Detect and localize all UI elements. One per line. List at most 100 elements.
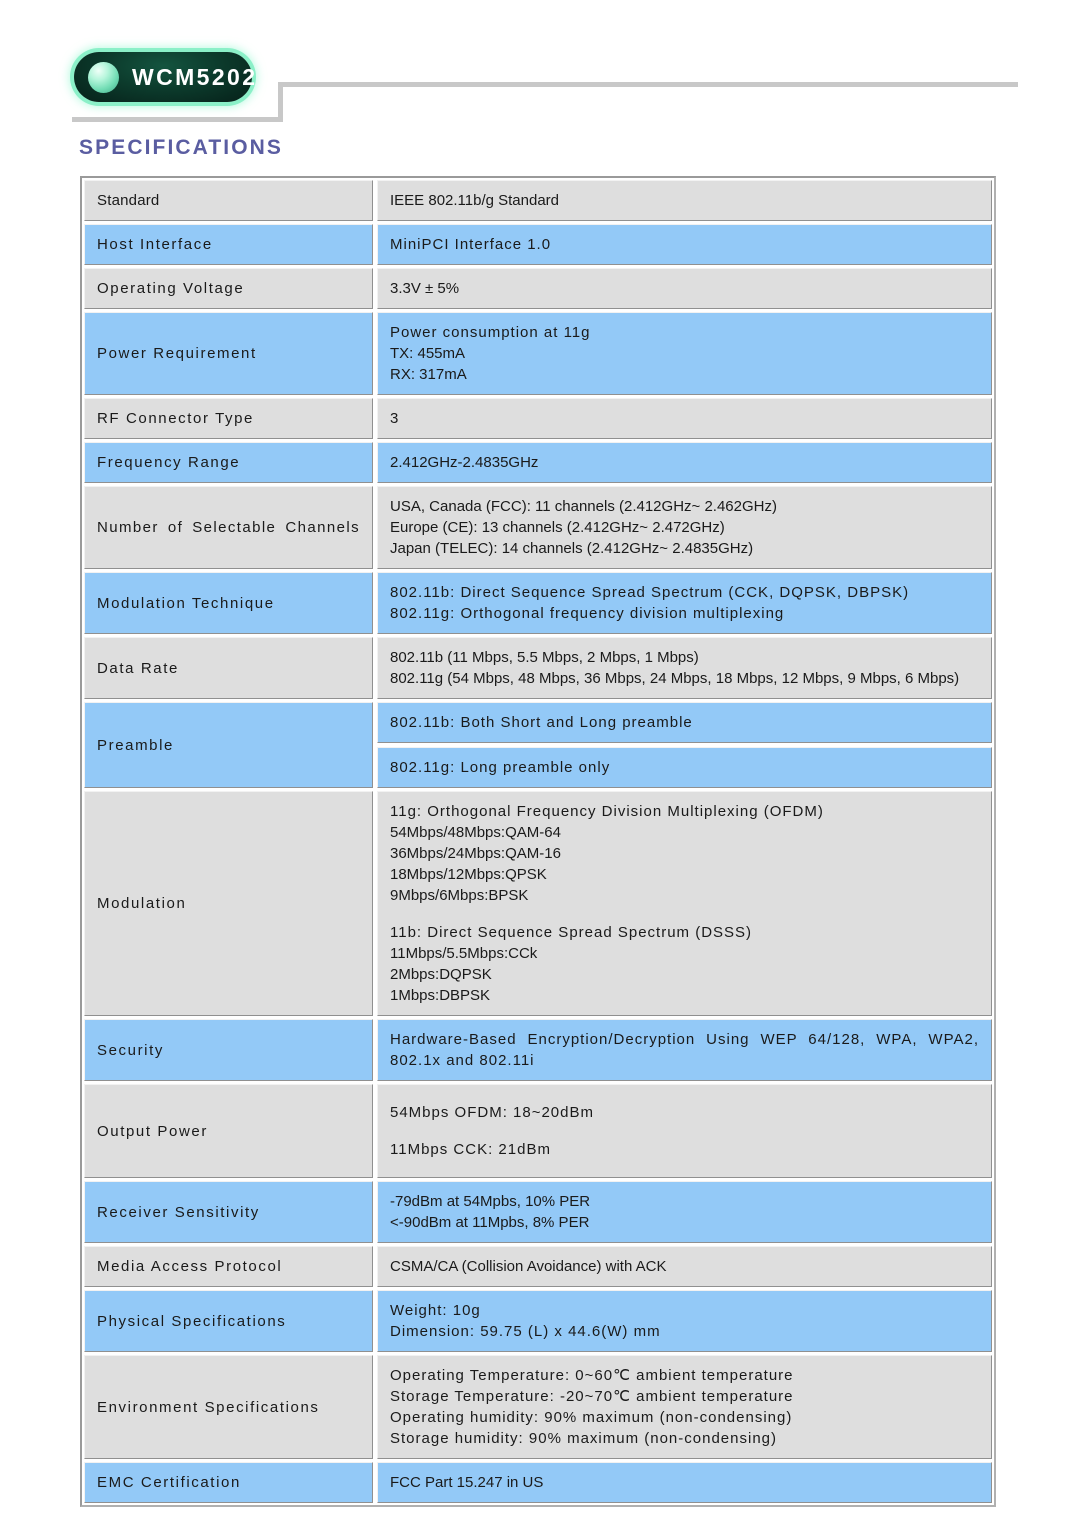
table-row: Frequency Range 2.412GHz-2.4835GHz [84, 442, 992, 483]
spec-value-spacer [390, 906, 979, 922]
table-row: Data Rate 802.11b (11 Mbps, 5.5 Mbps, 2 M… [84, 637, 992, 699]
spec-label-cell: Data Rate [84, 637, 373, 699]
spec-label-cell: Security [84, 1019, 373, 1081]
table-row: EMC Certification FCC Part 15.247 in US [84, 1462, 992, 1503]
spec-value-line: Storage humidity: 90% maximum (non-conde… [390, 1430, 777, 1447]
header-rule-vertical [278, 82, 283, 122]
spec-value-line: 802.11b: Direct Sequence Spread Spectrum… [390, 584, 910, 601]
spec-value-line: 11g: Orthogonal Frequency Division Multi… [390, 803, 824, 820]
spec-value-line: IEEE 802.11b/g Standard [390, 192, 560, 209]
spec-value-line: 36Mbps/24Mbps:QAM-16 [390, 845, 561, 862]
spec-label-cell: EMC Certification [84, 1462, 373, 1503]
spec-value-cell: IEEE 802.11b/g Standard [377, 180, 992, 221]
spec-label-text: Standard [97, 192, 160, 209]
spec-label-cell: Host Interface [84, 224, 373, 265]
spec-value-line: 802.11b (11 Mbps, 5.5 Mbps, 2 Mbps, 1 Mb… [390, 649, 699, 666]
spec-value-cell: MiniPCI Interface 1.0 [377, 224, 992, 265]
spec-label-text: Preamble [97, 736, 174, 754]
spec-label-text: Operating Voltage [97, 280, 245, 297]
spec-value-line: Storage Temperature: -20~70℃ ambient tem… [390, 1388, 794, 1405]
spec-label-text: Receiver Sensitivity [97, 1203, 260, 1221]
spec-value-line: 11b: Direct Sequence Spread Spectrum (DS… [390, 924, 753, 941]
spec-label-cell: Environment Specifications [84, 1355, 373, 1459]
spec-value-line: 1Mbps:DBPSK [390, 987, 491, 1004]
table-row: Standard IEEE 802.11b/g Standard [84, 180, 992, 221]
spec-label-text: Environment Specifications [97, 1398, 320, 1416]
product-logo-label: WCM5202 [132, 63, 258, 90]
product-logo-badge: WCM5202 [74, 52, 255, 102]
spec-value-cell: 3 [377, 398, 992, 439]
spec-value-line: 2.412GHz-2.4835GHz [390, 454, 539, 471]
spec-value-cell: -79dBm at 54Mpbs, 10% PER <-90dBm at 11Mp… [377, 1181, 992, 1243]
spec-value-cell: 2.412GHz-2.4835GHz [377, 442, 992, 483]
spec-value-line: CSMA/CA (Collision Avoidance) with ACK [390, 1258, 667, 1275]
table-row: Power Requirement Power consumption at 11… [84, 312, 992, 395]
spec-value-line: 802.11g: Orthogonal frequency division m… [390, 605, 785, 622]
spec-label-text: Data Rate [97, 659, 179, 677]
spec-value-line: USA, Canada (FCC): 11 channels (2.412GHz… [390, 498, 777, 515]
spec-value-line: -79dBm at 54Mpbs, 10% PER [390, 1193, 591, 1210]
spec-label-cell: Power Requirement [84, 312, 373, 395]
spec-sheet-page: WCM5202 SPECIFICATIONS Standard IEEE 802.… [0, 0, 1080, 1527]
spec-value-line: 3 [390, 410, 399, 427]
spec-value-cell: CSMA/CA (Collision Avoidance) with ACK [377, 1246, 992, 1287]
table-row: Media Access Protocol CSMA/CA (Collision … [84, 1246, 992, 1287]
spec-label-cell: Receiver Sensitivity [84, 1181, 373, 1243]
spec-value-line: <-90dBm at 11Mpbs, 8% PER [390, 1214, 590, 1231]
table-row: Output Power 54Mbps OFDM: 18~20dBm 11Mbps … [84, 1084, 992, 1178]
table-row: Receiver Sensitivity -79dBm at 54Mpbs, 10… [84, 1181, 992, 1243]
spec-label-text: Output Power [97, 1122, 208, 1140]
spec-label-cell: Output Power [84, 1084, 373, 1178]
sphere-icon [88, 61, 119, 93]
spec-label-text: Modulation Technique [97, 594, 275, 612]
spec-label-text: Physical Specifications [97, 1312, 287, 1330]
spec-label-text: Modulation [97, 895, 187, 912]
specifications-table: Standard IEEE 802.11b/g Standard Host Inte… [80, 176, 996, 1507]
spec-value-cell: 54Mbps OFDM: 18~20dBm 11Mbps CCK: 21dBm [377, 1084, 992, 1178]
spec-label-cell: Physical Specifications [84, 1290, 373, 1352]
table-row: Preamble 802.11b: Both Short and Long pre… [84, 702, 992, 788]
spec-value-line: 54Mbps OFDM: 18~20dBm [390, 1104, 594, 1121]
spec-value-subcell: 802.11b: Both Short and Long preamble [377, 702, 992, 743]
spec-value-cell: 802.11b (11 Mbps, 5.5 Mbps, 2 Mbps, 1 Mb… [377, 637, 992, 699]
spec-label-text: Power Requirement [97, 345, 257, 362]
table-row: Number of Selectable Channels USA, Canada… [84, 486, 992, 569]
spec-value-line: 2Mbps:DQPSK [390, 966, 492, 983]
spec-label-cell: RF Connector Type [84, 398, 373, 439]
spec-value-line: FCC Part 15.247 in US [390, 1474, 544, 1491]
spec-label-cell: Number of Selectable Channels [84, 486, 373, 569]
spec-label-text: RF Connector Type [97, 410, 254, 427]
spec-value-line: 54Mbps/48Mbps:QAM-64 [390, 824, 561, 841]
table-row: Modulation 11g: Orthogonal Frequency Divi… [84, 791, 992, 1016]
spec-value-line: MiniPCI Interface 1.0 [390, 236, 552, 253]
spec-value-cell: Weight: 10g Dimension: 59.75 (L) x 44.6(W… [377, 1290, 992, 1352]
spec-label-cell: Standard [84, 180, 373, 221]
table-row: Modulation Technique 802.11b: Direct Sequ… [84, 572, 992, 634]
spec-label-cell: Media Access Protocol [84, 1246, 373, 1287]
spec-label-text: EMC Certification [97, 1474, 241, 1491]
table-row: RF Connector Type 3 [84, 398, 992, 439]
spec-label-text: Host Interface [97, 236, 213, 253]
spec-value-cell: FCC Part 15.247 in US [377, 1462, 992, 1503]
spec-value-line: Power consumption at 11g [390, 324, 591, 341]
spec-value-cell: 802.11b: Direct Sequence Spread Spectrum… [377, 572, 992, 634]
spec-label-cell: Modulation [84, 791, 373, 1016]
spec-label-text: Security [97, 1041, 164, 1059]
spec-value-line: 9Mbps/6Mbps:BPSK [390, 887, 529, 904]
table-row: Physical Specifications Weight: 10g Dimens… [84, 1290, 992, 1352]
page-header: WCM5202 [0, 0, 1080, 130]
spec-value-line: 18Mbps/12Mbps:QPSK [390, 866, 547, 883]
spec-value-line: Operating humidity: 90% maximum (non-con… [390, 1409, 793, 1426]
header-rule-top [278, 82, 1018, 87]
page-title: SPECIFICATIONS [79, 136, 284, 159]
spec-value-cell: 11g: Orthogonal Frequency Division Multi… [377, 791, 992, 1016]
spec-value-line: Japan (TELEC): 14 channels (2.412GHz~ 2.… [390, 540, 754, 557]
spec-value-line: 11Mbps/5.5Mbps:CCk [390, 945, 538, 962]
spec-value-cell: 3.3V ± 5% [377, 268, 992, 309]
table-row: Operating Voltage 3.3V ± 5% [84, 268, 992, 309]
spec-value-subcell: 802.11g: Long preamble only [377, 747, 992, 788]
spec-value-line: Hardware-Based Encryption/Decryption Usi… [390, 1031, 979, 1069]
spec-value-line: 802.11g (54 Mbps, 48 Mbps, 36 Mbps, 24 M… [390, 670, 960, 687]
spec-value-cell: Power consumption at 11g TX: 455mA RX: 317… [377, 312, 992, 395]
spec-label-text: Media Access Protocol [97, 1258, 283, 1275]
